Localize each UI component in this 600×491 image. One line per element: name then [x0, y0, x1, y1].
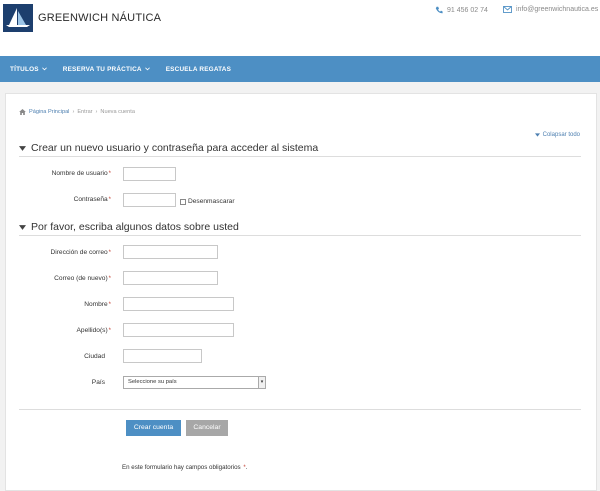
site-header: GREENWICH NÁUTICA 91 456 02 74 info@gree… — [0, 0, 600, 56]
chevron-down-icon — [144, 67, 150, 71]
password-input[interactable] — [123, 193, 176, 207]
unmask-label[interactable]: Desenmascarar — [188, 198, 235, 205]
required-asterisk: * — [108, 197, 111, 203]
section-details-title: Por favor, escriba algunos datos sobre u… — [31, 221, 239, 233]
email-label: Dirección de correo* — [50, 249, 111, 256]
country-select-value: Seleccione su país — [128, 379, 177, 385]
email-input[interactable] — [123, 245, 218, 259]
nav-item-label: TÍTULOS — [10, 65, 39, 73]
nav-item-label: RESERVA TU PRÁCTICA — [62, 65, 142, 73]
section-account-title: Crear un nuevo usuario y contraseña para… — [31, 142, 319, 154]
contact-email-text: info@greenwichnautica.es — [516, 6, 599, 13]
breadcrumb-login-link[interactable]: Entrar — [77, 109, 92, 115]
lastname-input[interactable] — [123, 323, 234, 337]
nav-item-reserva[interactable]: RESERVA TU PRÁCTICA — [63, 66, 150, 73]
form-divider — [19, 409, 581, 410]
main-navbar: TÍTULOS RESERVA TU PRÁCTICA ESCUELA REGA… — [0, 56, 600, 82]
breadcrumb-current: Nueva cuenta — [100, 109, 135, 115]
site-logo[interactable] — [3, 4, 33, 32]
required-asterisk: * — [243, 465, 246, 471]
chevron-down-icon — [41, 67, 47, 71]
email-again-label: Correo (de nuevo)* — [54, 275, 111, 282]
unmask-checkbox[interactable] — [180, 199, 186, 205]
cancel-button[interactable]: Cancelar — [186, 420, 228, 436]
city-input[interactable] — [123, 349, 202, 363]
create-account-button[interactable]: Crear cuenta — [126, 420, 181, 436]
username-label: Nombre de usuario* — [51, 170, 111, 177]
firstname-input[interactable] — [123, 297, 234, 311]
city-label: Ciudad — [84, 353, 105, 360]
phone-icon — [435, 6, 443, 14]
caret-down-icon — [534, 133, 540, 137]
required-asterisk: * — [108, 276, 111, 282]
nav-item-label: ESCUELA REGATAS — [165, 65, 232, 73]
contact-phone[interactable]: 91 456 02 74 — [435, 6, 488, 14]
caret-down-icon — [19, 145, 26, 151]
required-asterisk: * — [108, 250, 111, 256]
lastname-label: Apellido(s)* — [76, 327, 112, 334]
breadcrumb-separator: › — [72, 109, 75, 115]
nav-item-titulos[interactable]: TÍTULOS — [10, 66, 47, 73]
section-details-header[interactable]: Por favor, escriba algunos datos sobre u… — [19, 221, 239, 233]
country-label: País — [91, 379, 105, 386]
contact-phone-text: 91 456 02 74 — [447, 6, 488, 14]
section-divider — [19, 156, 581, 157]
required-asterisk: * — [108, 328, 111, 334]
contact-email[interactable]: info@greenwichnautica.es — [503, 6, 598, 13]
username-input[interactable] — [123, 167, 176, 181]
site-title[interactable]: GREENWICH NÁUTICA — [38, 12, 161, 24]
password-label: Contraseña* — [73, 196, 111, 203]
breadcrumb-home-link[interactable]: Página Principal — [29, 109, 69, 115]
breadcrumb: Página Principal › Entrar › Nueva cuenta — [19, 109, 135, 115]
sailboat-icon — [3, 4, 33, 32]
required-fields-note: En este formulario hay campos obligatori… — [122, 464, 248, 471]
required-asterisk: * — [108, 171, 111, 177]
section-divider — [19, 235, 581, 236]
nav-item-escuela-regatas[interactable]: ESCUELA REGATAS — [166, 66, 231, 73]
required-asterisk: * — [108, 302, 111, 308]
email-again-input[interactable] — [123, 271, 218, 285]
firstname-label: Nombre* — [84, 301, 111, 308]
home-icon — [19, 109, 26, 115]
collapse-all-label: Colapsar todo — [542, 132, 580, 138]
select-arrow-icon: ▾ — [258, 377, 265, 388]
envelope-icon — [503, 6, 512, 13]
section-account-header[interactable]: Crear un nuevo usuario y contraseña para… — [19, 142, 318, 154]
country-select[interactable]: Seleccione su país ▾ — [123, 376, 266, 389]
caret-down-icon — [19, 224, 26, 230]
breadcrumb-separator: › — [95, 109, 98, 115]
signup-form-card: Página Principal › Entrar › Nueva cuenta… — [5, 93, 597, 491]
collapse-all-link[interactable]: Colapsar todo — [534, 132, 580, 138]
